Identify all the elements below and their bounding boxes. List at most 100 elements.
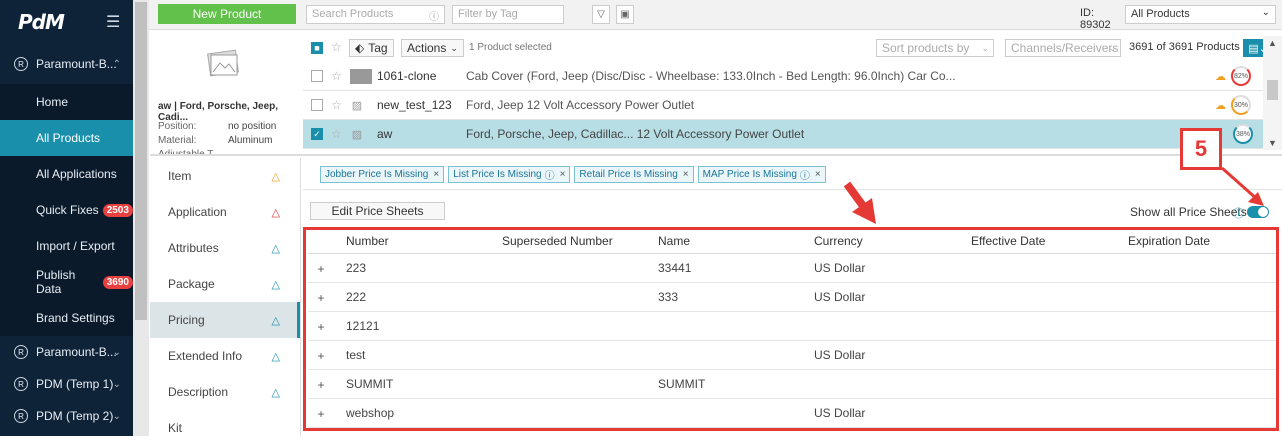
expand-icon[interactable]: + — [314, 407, 328, 421]
info-icon: ⓘ — [799, 171, 810, 182]
image-placeholder-icon — [203, 48, 243, 82]
channels-select[interactable]: Channels/Receivers ⌄ — [1005, 39, 1121, 57]
sidebar-item-all-products[interactable]: All Products — [0, 120, 133, 156]
sidebar-item-home[interactable]: Home — [0, 84, 133, 120]
tab-label: Attributes — [168, 241, 219, 255]
row-checkbox[interactable] — [311, 70, 323, 82]
chip-retail-price[interactable]: Retail Price Is Missing × — [574, 166, 694, 183]
filter-by-tag-input[interactable]: Filter by Tag — [452, 5, 564, 24]
sort-select[interactable]: Sort products by ⌄ — [876, 39, 994, 57]
chip-map-price[interactable]: MAP Price Is Missing ⓘ × — [697, 166, 826, 183]
edit-price-sheets-button[interactable]: Edit Price Sheets — [310, 202, 445, 220]
tab-description[interactable]: Description △ — [150, 374, 300, 410]
scrollbar-thumb[interactable] — [1267, 80, 1278, 100]
sidebar-item-import-export[interactable]: Import / Export — [0, 228, 133, 264]
select-all-checkbox[interactable]: ■ — [311, 42, 323, 54]
expand-icon[interactable]: + — [314, 378, 328, 392]
tab-application[interactable]: Application △ — [150, 194, 300, 230]
chevron-down-icon: ⌄ — [450, 42, 458, 53]
menu-toggle-icon[interactable]: ☰ — [106, 12, 120, 31]
scroll-down-icon[interactable]: ▼ — [1263, 138, 1282, 148]
table-row[interactable]: +12121 — [308, 312, 1276, 341]
column-header[interactable]: Currency — [814, 228, 863, 253]
table-row[interactable]: + test US Dollar — [308, 341, 1276, 370]
product-row-selected[interactable]: ✓ ☆ ▨ aw Ford, Porsche, Jeep, Cadillac..… — [303, 120, 1263, 149]
row-checkbox[interactable] — [311, 99, 323, 111]
image-placeholder-icon: ▨ — [351, 128, 363, 141]
star-icon[interactable]: ☆ — [331, 69, 342, 83]
warning-icon: △ — [271, 242, 280, 255]
close-icon[interactable]: × — [683, 169, 689, 180]
table-row[interactable]: + webshop US Dollar — [308, 399, 1276, 428]
chip-label: List Price Is Missing — [453, 169, 542, 180]
scroll-up-icon[interactable]: ▲ — [1263, 36, 1282, 48]
column-header[interactable]: Effective Date — [971, 228, 1045, 253]
search-input[interactable]: Search Products ⓘ — [306, 5, 445, 24]
info-icon: ⓘ — [544, 171, 555, 182]
product-description: Ford, Jeep 12 Volt Accessory Power Outle… — [466, 98, 695, 112]
tab-package[interactable]: Package △ — [150, 266, 300, 302]
preview-title: aw | Ford, Porsche, Jeep, Cadi... — [158, 101, 279, 123]
star-icon[interactable]: ☆ — [331, 40, 342, 54]
scope-select[interactable]: All Products ⌄ — [1125, 5, 1276, 24]
image-placeholder-icon: ▨ — [351, 99, 363, 112]
tab-extended-info[interactable]: Extended Info △ — [150, 338, 300, 374]
sidebar-account-4[interactable]: R PDM (Temp 2) ⌄ — [0, 400, 133, 432]
show-all-price-sheets-toggle[interactable] — [1247, 206, 1269, 218]
close-icon[interactable]: × — [815, 169, 821, 180]
close-icon[interactable]: × — [433, 169, 439, 180]
expand-icon[interactable]: + — [314, 320, 328, 334]
new-product-button[interactable]: New Product — [158, 4, 296, 24]
sidebar-item-label: Home — [36, 95, 69, 109]
sidebar-item-quick-fixes[interactable]: Quick Fixes 2503 — [0, 192, 133, 228]
chevron-down-icon: ⌄ — [981, 42, 989, 53]
price-number: SUMMIT — [346, 377, 394, 391]
sidebar-account-2[interactable]: R Paramount-B... ⌄ — [0, 336, 133, 368]
column-header[interactable]: Expiration Date — [1128, 228, 1210, 253]
actions-dropdown[interactable]: Actions ⌄ — [401, 39, 464, 57]
price-table-header: Number Superseded Number Name Currency E… — [308, 228, 1276, 254]
divider — [303, 189, 1282, 190]
id-label: ID: 89302 — [1080, 7, 1111, 31]
column-header[interactable]: Name — [658, 228, 690, 253]
expand-icon[interactable]: + — [314, 291, 328, 305]
table-row[interactable]: + SUMMIT SUMMIT — [308, 370, 1276, 399]
column-header[interactable]: Superseded Number — [502, 228, 613, 253]
save-icon[interactable]: ▣ — [616, 5, 634, 24]
product-list-scrollbar[interactable]: ▲ ▼ — [1263, 36, 1282, 150]
sidebar-account-3[interactable]: R PDM (Temp 1) ⌄ — [0, 368, 133, 400]
sidebar-account-1[interactable]: R Paramount-B... ⌃ — [0, 44, 133, 84]
chip-label: Jobber Price Is Missing — [325, 169, 429, 180]
tab-attributes[interactable]: Attributes △ — [150, 230, 300, 266]
column-header[interactable]: Number — [346, 228, 389, 253]
table-row[interactable]: +223 33441 US Dollar — [308, 254, 1276, 283]
star-icon[interactable]: ☆ — [331, 127, 342, 141]
chip-list-price[interactable]: List Price Is Missing ⓘ × — [448, 166, 571, 183]
tab-label: Application — [168, 205, 227, 219]
sidebar: PdM ☰ R Paramount-B... ⌃ Home All Products … — [0, 0, 133, 436]
row-checkbox[interactable]: ✓ — [311, 128, 323, 140]
expand-icon[interactable]: + — [314, 262, 328, 276]
product-row[interactable]: ☆ 1061-clone Cab Cover (Ford, Jeep (Disc… — [303, 62, 1263, 91]
table-row[interactable]: +222 333 US Dollar — [308, 283, 1276, 312]
chip-jobber-price[interactable]: Jobber Price Is Missing × — [320, 166, 445, 183]
scrollbar-thumb[interactable] — [135, 2, 147, 320]
sort-placeholder: Sort products by — [882, 41, 970, 55]
expand-icon[interactable]: + — [314, 349, 328, 363]
cloud-icon: ☁ — [1215, 70, 1226, 83]
tab-kit[interactable]: Kit — [150, 410, 300, 446]
star-icon[interactable]: ☆ — [331, 98, 342, 112]
filter-placeholder: Filter by Tag — [458, 8, 518, 20]
sidebar-scrollbar[interactable] — [133, 0, 149, 436]
close-icon[interactable]: × — [560, 169, 566, 180]
sidebar-item-brand-settings[interactable]: Brand Settings — [0, 300, 133, 336]
tag-button[interactable]: ⬖ Tag — [349, 39, 394, 57]
product-row[interactable]: ☆ ▨ new_test_123 Ford, Jeep 12 Volt Acce… — [303, 91, 1263, 120]
sidebar-item-publish-data[interactable]: Publish Data 3690 — [0, 264, 133, 300]
material-value: Aluminum — [228, 135, 273, 146]
account-label: Paramount-B... — [36, 345, 117, 359]
sidebar-item-all-applications[interactable]: All Applications — [0, 156, 133, 192]
tab-pricing[interactable]: Pricing △ — [150, 302, 300, 338]
filter-icon[interactable]: ▽ — [592, 5, 610, 24]
tab-item[interactable]: Item △ — [150, 158, 300, 194]
